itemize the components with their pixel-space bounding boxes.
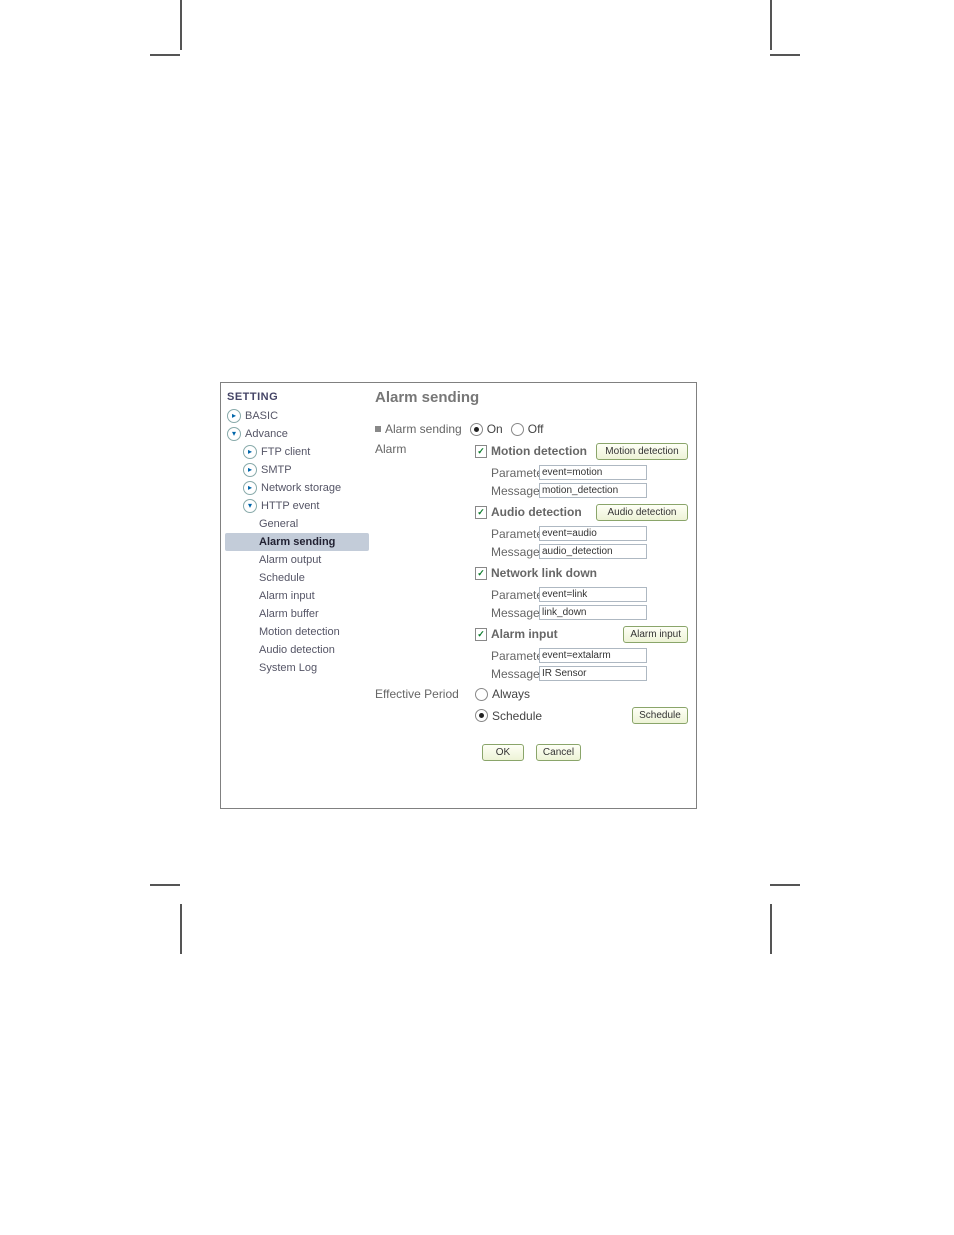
- audio-detection-message-input[interactable]: [539, 544, 647, 559]
- radio-icon[interactable]: [475, 709, 488, 722]
- bullet-icon: [375, 426, 381, 432]
- sidebar-item-label: SMTP: [261, 464, 292, 476]
- radio-icon[interactable]: [511, 423, 524, 436]
- message-label: Message: [491, 484, 539, 498]
- sidebar-item-system-log[interactable]: System Log: [225, 659, 369, 677]
- sidebar-item-network-storage[interactable]: ▸ Network storage: [225, 479, 369, 497]
- message-label: Message: [491, 545, 539, 559]
- expand-icon[interactable]: ▸: [243, 481, 257, 495]
- audio-detection-button[interactable]: Audio detection: [596, 504, 688, 521]
- sidebar-item-alarm-buffer[interactable]: Alarm buffer: [225, 605, 369, 623]
- sidebar-item-schedule[interactable]: Schedule: [225, 569, 369, 587]
- settings-panel: SETTING ▸ BASIC ▾ Advance ▸ FTP client ▸…: [220, 382, 697, 809]
- alarm-sending-on-option[interactable]: On: [470, 422, 503, 436]
- motion-detection-label: Motion detection: [491, 444, 596, 458]
- alarm-input-parameter-input[interactable]: [539, 648, 647, 663]
- page-title: Alarm sending: [375, 389, 688, 406]
- message-label: Message: [491, 667, 539, 681]
- alarm-label: Alarm: [375, 442, 475, 456]
- network-link-down-label: Network link down: [491, 566, 688, 580]
- sidebar-item-general[interactable]: General: [225, 515, 369, 533]
- radio-label: Always: [492, 687, 530, 701]
- parameter-label: Parameter: [491, 649, 539, 663]
- effective-period-label: Effective Period: [375, 687, 475, 701]
- sidebar-item-label: System Log: [259, 662, 317, 674]
- sidebar-item-label: Advance: [245, 428, 288, 440]
- sidebar-item-label: FTP client: [261, 446, 310, 458]
- sidebar-item-label: Network storage: [261, 482, 341, 494]
- sidebar-item-label: Alarm input: [259, 590, 315, 602]
- sidebar-item-label: General: [259, 518, 298, 530]
- main-content: Alarm sending Alarm sending On Off Alarm…: [369, 383, 696, 808]
- sidebar-item-alarm-sending[interactable]: Alarm sending: [225, 533, 369, 551]
- sidebar-item-label: Motion detection: [259, 626, 340, 638]
- sidebar-item-label: Schedule: [259, 572, 305, 584]
- parameter-label: Parameter: [491, 466, 539, 480]
- effective-always-option[interactable]: Always: [475, 687, 530, 701]
- sidebar-item-audio-detection[interactable]: Audio detection: [225, 641, 369, 659]
- sidebar-item-advance[interactable]: ▾ Advance: [225, 425, 369, 443]
- radio-label: Off: [528, 422, 544, 436]
- effective-schedule-option[interactable]: Schedule: [475, 709, 624, 723]
- alarm-input-checkbox[interactable]: [475, 628, 487, 641]
- radio-icon[interactable]: [475, 688, 488, 701]
- audio-detection-parameter-input[interactable]: [539, 526, 647, 541]
- motion-detection-button[interactable]: Motion detection: [596, 443, 688, 460]
- sidebar-item-label: Alarm output: [259, 554, 321, 566]
- sidebar-title: SETTING: [227, 391, 369, 403]
- expand-icon[interactable]: ▸: [243, 463, 257, 477]
- parameter-label: Parameter: [491, 527, 539, 541]
- alarm-input-message-input[interactable]: [539, 666, 647, 681]
- alarm-input-button[interactable]: Alarm input: [623, 626, 688, 643]
- radio-label: On: [487, 422, 503, 436]
- sidebar-item-ftp-client[interactable]: ▸ FTP client: [225, 443, 369, 461]
- sidebar: SETTING ▸ BASIC ▾ Advance ▸ FTP client ▸…: [221, 383, 369, 808]
- sidebar-item-alarm-output[interactable]: Alarm output: [225, 551, 369, 569]
- motion-detection-message-input[interactable]: [539, 483, 647, 498]
- sidebar-item-label: HTTP event: [261, 500, 320, 512]
- ok-button[interactable]: OK: [482, 744, 524, 761]
- sidebar-item-smtp[interactable]: ▸ SMTP: [225, 461, 369, 479]
- message-label: Message: [491, 606, 539, 620]
- network-link-down-message-input[interactable]: [539, 605, 647, 620]
- network-link-down-checkbox[interactable]: [475, 567, 487, 580]
- radio-label: Schedule: [492, 709, 542, 723]
- cancel-button[interactable]: Cancel: [536, 744, 581, 761]
- parameter-label: Parameter: [491, 588, 539, 602]
- collapse-icon[interactable]: ▾: [227, 427, 241, 441]
- toggle-label: Alarm sending: [385, 422, 462, 436]
- schedule-button[interactable]: Schedule: [632, 707, 688, 724]
- alarm-input-label: Alarm input: [491, 627, 623, 641]
- sidebar-item-label: Alarm buffer: [259, 608, 319, 620]
- sidebar-item-motion-detection[interactable]: Motion detection: [225, 623, 369, 641]
- sidebar-item-label: BASIC: [245, 410, 278, 422]
- sidebar-item-label: Audio detection: [259, 644, 335, 656]
- alarm-sending-off-option[interactable]: Off: [511, 422, 544, 436]
- sidebar-item-alarm-input[interactable]: Alarm input: [225, 587, 369, 605]
- sidebar-item-http-event[interactable]: ▾ HTTP event: [225, 497, 369, 515]
- motion-detection-checkbox[interactable]: [475, 445, 487, 458]
- alarm-sending-toggle-row: Alarm sending On Off: [375, 422, 688, 436]
- radio-icon[interactable]: [470, 423, 483, 436]
- audio-detection-label: Audio detection: [491, 505, 596, 519]
- expand-icon[interactable]: ▸: [243, 445, 257, 459]
- motion-detection-parameter-input[interactable]: [539, 465, 647, 480]
- audio-detection-checkbox[interactable]: [475, 506, 487, 519]
- sidebar-item-basic[interactable]: ▸ BASIC: [225, 407, 369, 425]
- network-link-down-parameter-input[interactable]: [539, 587, 647, 602]
- sidebar-item-label: Alarm sending: [259, 536, 335, 548]
- expand-icon[interactable]: ▸: [227, 409, 241, 423]
- collapse-icon[interactable]: ▾: [243, 499, 257, 513]
